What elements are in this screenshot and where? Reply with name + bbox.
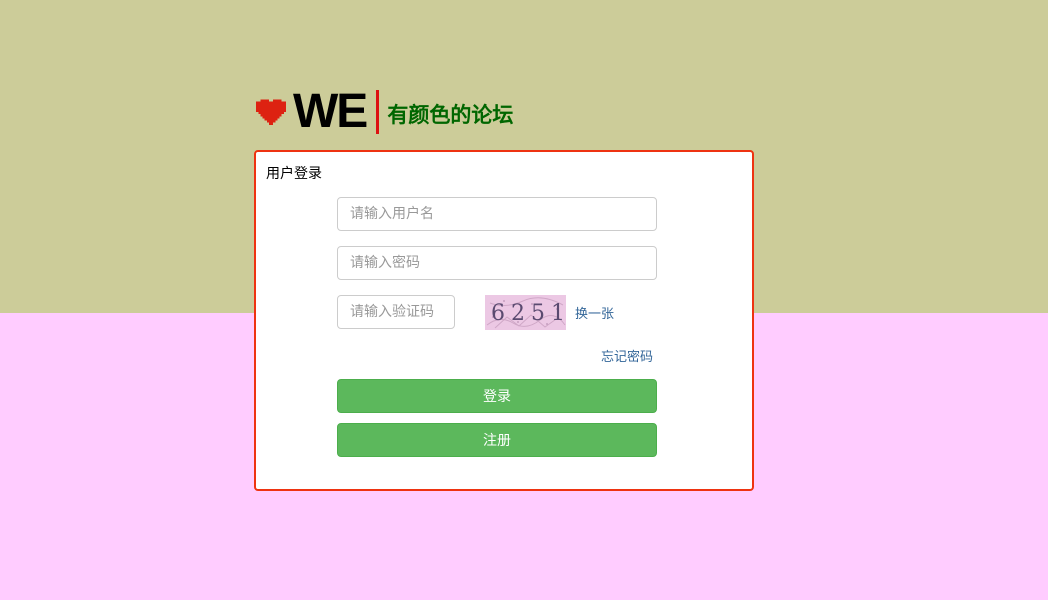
site-logo: WE 有颜色的论坛 (254, 88, 513, 136)
logo-divider (376, 90, 380, 134)
forgot-password-link[interactable]: 忘记密码 (601, 346, 653, 365)
refresh-captcha-link[interactable]: 换一张 (575, 303, 614, 322)
heart-icon (256, 99, 286, 125)
captcha-text: 6251 (491, 301, 566, 326)
panel-title: 用户登录 (266, 166, 322, 182)
captcha-input[interactable] (337, 295, 455, 329)
site-slogan: 有颜色的论坛 (387, 103, 514, 127)
login-button[interactable]: 登录 (337, 379, 657, 413)
login-panel: 用户登录 6251 换一张 忘记密码 登录 注册 (254, 150, 754, 491)
username-input[interactable] (337, 197, 657, 231)
register-button[interactable]: 注册 (337, 423, 657, 457)
captcha-image[interactable]: 6251 (485, 295, 566, 330)
password-input[interactable] (337, 246, 657, 280)
logo-text: WE (293, 85, 368, 138)
